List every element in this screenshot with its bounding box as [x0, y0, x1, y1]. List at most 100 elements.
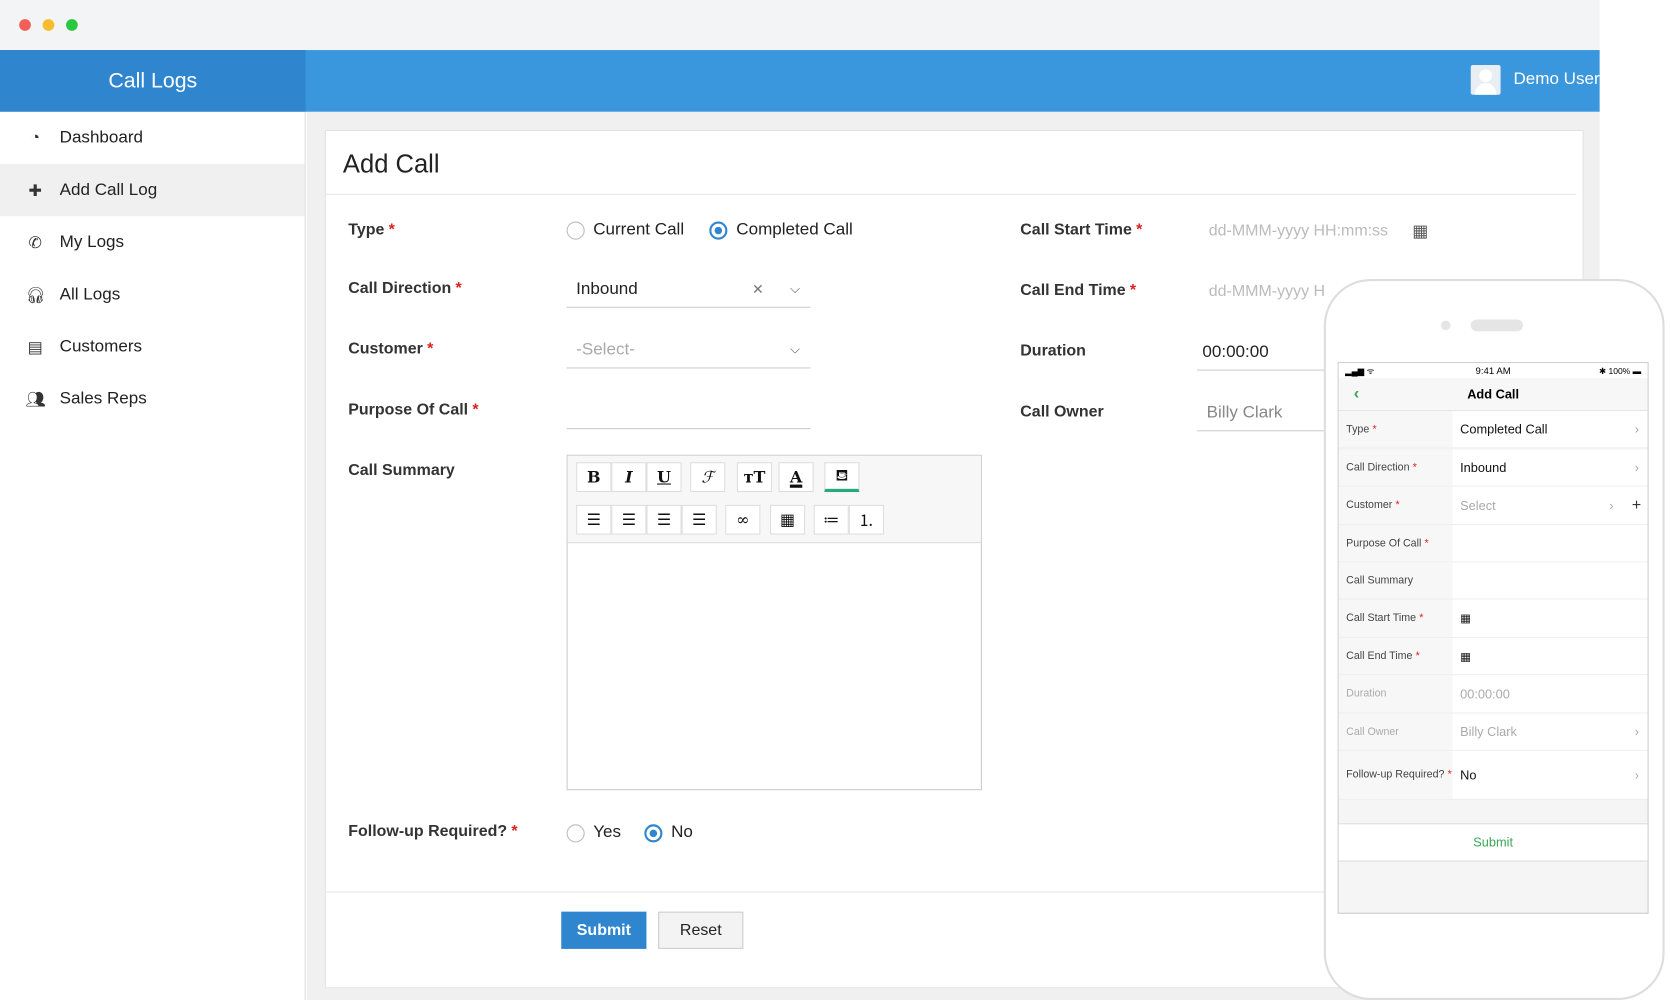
table-icon[interactable]: ▦ [769, 504, 806, 535]
back-icon[interactable]: ‹ [1354, 384, 1360, 403]
call-start-time-input[interactable]: dd-MMM-yyyy HH:mm:ss [1209, 222, 1388, 240]
phone-row-label: Duration [1338, 675, 1453, 713]
italic-icon[interactable]: I [611, 462, 647, 493]
yes-radio[interactable] [566, 823, 585, 842]
phone-row-label: Customer * [1338, 486, 1453, 524]
chevron-right-icon: › [1634, 421, 1640, 437]
followup-radio-group: Yes No [566, 823, 693, 842]
call-summary-label: Call Summary [348, 461, 455, 480]
sidebar-item-label: Dashboard [59, 128, 144, 147]
background-color-icon[interactable]: ⛾ [824, 462, 860, 493]
duration-label: Duration [1020, 341, 1086, 360]
sidebar-item-sales-reps[interactable]: 👥︎ Sales Reps [0, 373, 305, 425]
phone-row-type[interactable]: Type * Completed Call › [1338, 411, 1648, 449]
align-left-icon[interactable]: ☰ [576, 504, 612, 535]
sidebar-item-all-logs[interactable]: 🎧︎ All Logs [0, 268, 305, 320]
phone-row-label: Call Direction * [1338, 449, 1453, 486]
purpose-input[interactable] [566, 393, 811, 430]
battery-status: ✱ 100% ▬ [1598, 365, 1642, 376]
phone-row-label: Call Owner [1338, 713, 1453, 750]
bullet-list-icon[interactable]: ≔ [813, 504, 849, 535]
align-center-icon[interactable]: ☰ [681, 504, 717, 535]
phone-row-call-summary[interactable]: Call Summary [1338, 562, 1648, 600]
reset-button[interactable]: Reset [658, 911, 744, 949]
group-icon: 👥︎ [25, 390, 46, 409]
phone-row-label: Purpose Of Call * [1338, 525, 1453, 562]
sidebar-item-my-logs[interactable]: ✆ My Logs [0, 216, 305, 268]
calendar-icon[interactable]: ▦ [1412, 220, 1428, 241]
radio-label: Current Call [593, 220, 685, 239]
phone-row-customer[interactable]: Customer * Select › + [1338, 486, 1648, 526]
call-end-time-input[interactable]: dd-MMM-yyyy HH:mm:ss [1209, 282, 1326, 300]
selected-value: Inbound [576, 279, 638, 298]
page-title: Add Call [342, 150, 440, 179]
phone-row-follow-up-required[interactable]: Follow-up Required? * No › [1338, 750, 1648, 800]
customer-label: Customer * [348, 339, 434, 358]
type-radio-group: Current Call Completed Call [566, 220, 853, 240]
phone-row-value: No › [1452, 750, 1648, 799]
clear-icon[interactable]: ✕ [752, 281, 764, 298]
customer-select[interactable]: -Select- ⌵ [566, 332, 811, 369]
phone-row-value: ▦ [1452, 637, 1648, 675]
phone-submit-button[interactable]: Submit [1338, 823, 1648, 862]
underline-icon[interactable]: U [646, 462, 682, 493]
font-size-icon[interactable]: ᴛT [736, 462, 773, 493]
minimize-window-button[interactable] [42, 19, 55, 31]
sidebar-item-label: Add Call Log [59, 180, 158, 199]
calendar-icon[interactable]: ▦ [1460, 611, 1471, 625]
close-window-button[interactable] [19, 19, 31, 31]
call-direction-select[interactable]: Inbound ✕ ⌵ [566, 272, 811, 308]
maximize-window-button[interactable] [66, 19, 78, 31]
chevron-right-icon: › [1634, 460, 1640, 475]
add-customer-icon[interactable]: + [1632, 496, 1641, 514]
font-family-icon[interactable]: ℱ [690, 462, 726, 493]
call-direction-label: Call Direction * [348, 279, 462, 298]
phone-speaker [1470, 319, 1523, 332]
radio-label: No [671, 823, 693, 842]
sidebar: ◔ Dashboard ✚ Add Call Log ✆ My Logs 🎧︎ All … [0, 111, 306, 1000]
call-owner-input[interactable]: Billy Clark [1197, 395, 1325, 432]
calendar-icon[interactable]: ▦ [1460, 649, 1471, 663]
current-call-radio[interactable] [566, 220, 585, 240]
plus-icon: ✚ [28, 181, 42, 200]
phone-row-purpose-of-call[interactable]: Purpose Of Call * [1338, 525, 1648, 563]
phone-row-duration[interactable]: Duration 00:00:00 [1338, 675, 1648, 714]
chevron-right-icon: › [1609, 497, 1614, 513]
sidebar-item-add-call-log[interactable]: ✚ Add Call Log [0, 164, 305, 217]
app-title: Call Logs [0, 50, 306, 112]
bold-icon[interactable]: B [576, 462, 612, 493]
phone-row-call-owner[interactable]: Call Owner Billy Clark › [1338, 713, 1648, 751]
sidebar-item-label: Sales Reps [59, 389, 147, 408]
chevron-right-icon: › [1634, 724, 1640, 740]
phone-row-call-end-time[interactable]: Call End Time * ▦ [1338, 637, 1648, 676]
phone-row-value: Inbound › [1452, 449, 1648, 486]
chevron-down-icon: ⌵ [790, 281, 800, 297]
phone-row-value: Completed Call › [1452, 411, 1648, 448]
phone-nav-bar: ‹ Add Call [1338, 378, 1648, 412]
phone-row-label: Call End Time * [1338, 637, 1453, 675]
user-menu[interactable]: Demo User [1470, 64, 1600, 95]
justify-icon[interactable]: ☰ [646, 504, 682, 535]
signal-icon: ▂▄▆ ᯤ [1345, 365, 1375, 376]
type-label: Type * [348, 220, 395, 239]
call-summary-editor[interactable]: B I U ℱ ᴛT A ⛾ ☰ ☰ ☰ ☰ ∞ ▦ ≔ ⒈ [566, 454, 982, 791]
phone-row-value: Billy Clark › [1452, 713, 1648, 750]
phone-row-call-start-time[interactable]: Call Start Time * ▦ [1338, 599, 1648, 638]
phone-row-call-direction[interactable]: Call Direction * Inbound › [1338, 449, 1648, 487]
radio-label: Yes [593, 823, 622, 842]
submit-button[interactable]: Submit [561, 911, 647, 949]
completed-call-radio[interactable] [709, 220, 728, 240]
sidebar-item-label: My Logs [59, 232, 125, 251]
chevron-right-icon: › [1634, 767, 1640, 783]
link-icon[interactable]: ∞ [725, 504, 761, 535]
followup-label: Follow-up Required? * [348, 822, 518, 841]
duration-input: 00:00:00 [1197, 334, 1325, 371]
sidebar-item-customers[interactable]: ▤ Customers [0, 321, 305, 373]
text-color-icon[interactable]: A [778, 462, 814, 493]
phone-row-value [1452, 525, 1648, 562]
contacts-icon: ▤ [27, 338, 43, 357]
sidebar-item-dashboard[interactable]: ◔ Dashboard [0, 112, 305, 164]
no-radio[interactable] [644, 823, 663, 842]
align-right-icon[interactable]: ☰ [611, 504, 647, 535]
numbered-list-icon[interactable]: ⒈ [848, 504, 884, 535]
